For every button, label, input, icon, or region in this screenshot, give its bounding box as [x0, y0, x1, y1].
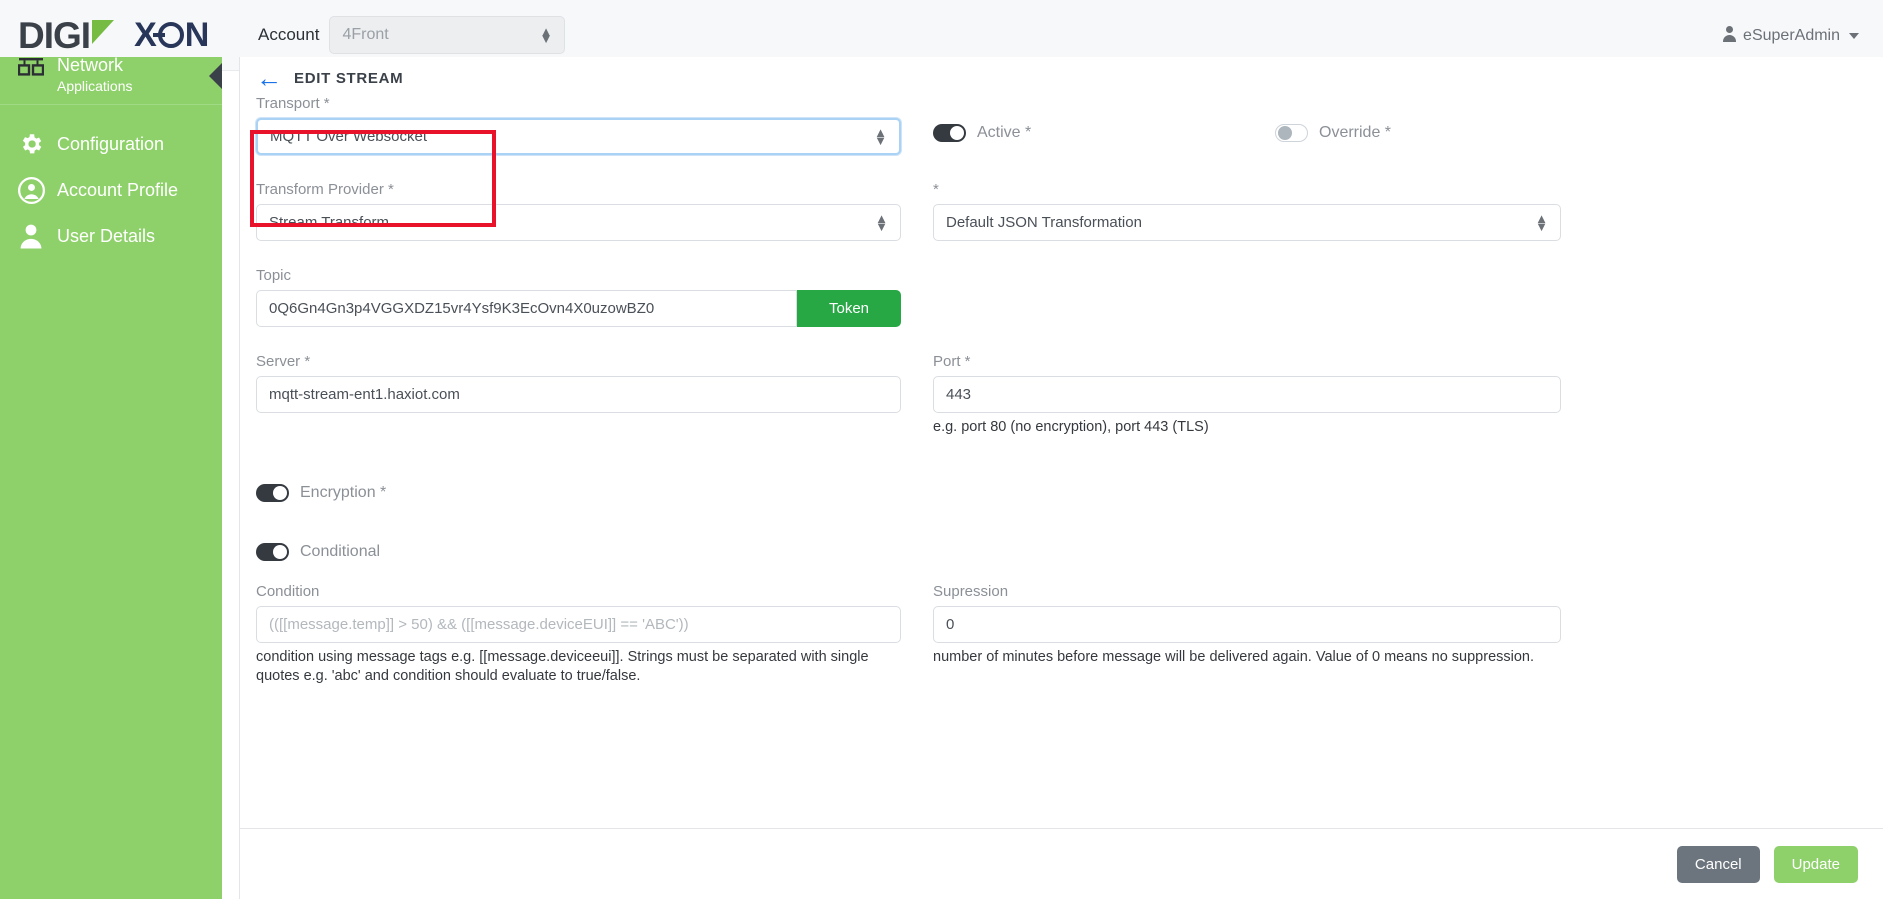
chevron-updown-icon: ▲ ▼: [874, 125, 887, 148]
topic-label: Topic: [256, 267, 292, 284]
account-select-value: 4Front: [342, 26, 389, 43]
account-selector-group: Account 4Front ▲ ▼: [258, 16, 566, 54]
transform-row: Transform Provider * Stream Transform ▲ ▼…: [256, 181, 1867, 241]
edit-stream-form: Transport * MQTT Over Websocket ▲ ▼ Activ…: [240, 95, 1883, 687]
transform-provider-value: Stream Transform: [269, 214, 390, 231]
server-input[interactable]: mqtt-stream-ent1.haxiot.com: [256, 376, 901, 413]
conditional-toggle-row: Conditional: [256, 542, 1867, 561]
user-circle-icon: [14, 176, 48, 204]
brand-logo[interactable]: DIGI X N: [18, 17, 248, 54]
cancel-button[interactable]: Cancel: [1676, 845, 1760, 883]
logo-xon-text: X N: [134, 18, 209, 52]
condition-group: Condition (([[message.temp]] > 50) && ([…: [256, 583, 901, 687]
transport-select-value: MQTT Over Websocket: [270, 128, 427, 145]
conditional-label: Conditional: [300, 542, 381, 560]
sidebar-item-sublabel: Applications: [57, 77, 133, 94]
chevron-updown-icon: ▲ ▼: [539, 23, 553, 46]
chevron-updown-icon: ▲ ▼: [1535, 211, 1548, 234]
active-toggle[interactable]: [933, 124, 966, 142]
network-icon: [14, 57, 48, 77]
logo-triangle-icon: [92, 20, 115, 44]
server-value: mqtt-stream-ent1.haxiot.com: [269, 386, 460, 403]
transform-provider-select[interactable]: Stream Transform ▲ ▼: [256, 204, 901, 241]
override-toggle[interactable]: [1275, 124, 1308, 142]
topic-group: Topic 0Q6Gn4Gn3p4VGGXDZ15vr4Ysf9K3EcOvn4…: [256, 267, 901, 327]
supression-group: Supression 0 number of minutes before me…: [933, 583, 1561, 687]
account-label: Account: [258, 25, 320, 44]
supression-value: 0: [946, 615, 955, 633]
chevron-updown-icon: ▲ ▼: [875, 211, 888, 234]
transport-field-group: Transport * MQTT Over Websocket ▲ ▼: [256, 95, 901, 155]
topic-input[interactable]: 0Q6Gn4Gn3p4VGGXDZ15vr4Ysf9K3EcOvn4X0uzow…: [256, 290, 797, 327]
topic-row: Topic 0Q6Gn4Gn3p4VGGXDZ15vr4Ysf9K3EcOvn4…: [256, 267, 1867, 327]
port-value: 443: [946, 386, 972, 403]
person-icon: [1723, 26, 1737, 42]
transformation-label: *: [933, 181, 939, 198]
logo-xon-o-icon: [152, 22, 184, 48]
topic-input-group: 0Q6Gn4Gn3p4VGGXDZ15vr4Ysf9K3EcOvn4X0uzow…: [256, 290, 901, 327]
chevron-down-icon: [1849, 32, 1859, 39]
condition-label: Condition: [256, 582, 320, 600]
encryption-toggle-row: Encryption *: [256, 483, 1867, 502]
transport-select[interactable]: MQTT Over Websocket ▲ ▼: [256, 118, 901, 155]
transform-provider-label: Transform Provider *: [256, 181, 394, 198]
sidebar-item-label: User Details: [57, 225, 156, 246]
server-label: Server *: [256, 353, 311, 370]
active-toggle-row: Active *: [933, 124, 1275, 142]
supression-input[interactable]: 0: [933, 605, 1561, 643]
sidebar: Network Applications Configuration Accou…: [0, 57, 222, 899]
port-group: Port * 443 e.g. port 80 (no encryption),…: [933, 353, 1561, 438]
encryption-label: Encryption *: [300, 483, 387, 501]
conditional-toggle[interactable]: [256, 542, 289, 561]
encryption-toggle[interactable]: [256, 483, 289, 502]
page-header: ← EDIT STREAM: [240, 57, 1883, 95]
logo-digi-text: DIGI: [18, 14, 91, 56]
transformation-group: * Default JSON Transformation ▲ ▼: [933, 181, 1561, 241]
transport-label: Transport *: [256, 95, 330, 112]
topic-right-spacer: [933, 267, 1561, 327]
topic-value: 0Q6Gn4Gn3p4VGGXDZ15vr4Ysf9K3EcOvn4X0uzow…: [269, 300, 655, 317]
condition-placeholder: (([[message.temp]] > 50) && ([[message.d…: [269, 615, 689, 633]
port-hint: e.g. port 80 (no encryption), port 443 (…: [933, 419, 1209, 435]
condition-supression-row: Condition (([[message.temp]] > 50) && ([…: [256, 583, 1867, 687]
transform-provider-group: Transform Provider * Stream Transform ▲ ▼: [256, 181, 901, 241]
update-button[interactable]: Update: [1773, 845, 1858, 883]
transport-row: Transport * MQTT Over Websocket ▲ ▼ Activ…: [256, 95, 1867, 155]
supression-hint: number of minutes before message will be…: [933, 648, 1535, 665]
back-arrow-icon[interactable]: ←: [256, 65, 282, 91]
token-button[interactable]: Token: [797, 290, 901, 327]
port-input[interactable]: 443: [933, 376, 1561, 413]
sidebar-collapse-toggle[interactable]: [209, 63, 222, 89]
user-menu-label: eSuperAdmin: [1743, 26, 1840, 44]
sidebar-item-label: Account Profile: [57, 179, 179, 200]
active-label: Active *: [977, 124, 1032, 141]
sidebar-item-configuration[interactable]: Configuration: [0, 121, 222, 167]
toggles-group: Active * Override *: [933, 95, 1561, 155]
person-icon: [14, 223, 48, 249]
page-title: EDIT STREAM: [294, 69, 404, 87]
account-select[interactable]: 4Front ▲ ▼: [329, 16, 566, 54]
supression-label: Supression: [933, 582, 1009, 600]
sidebar-item-label: Configuration: [57, 133, 165, 154]
transformation-select[interactable]: Default JSON Transformation ▲ ▼: [933, 204, 1561, 241]
sidebar-item-account-profile[interactable]: Account Profile: [0, 167, 222, 213]
condition-hint: condition using message tags e.g. [[mess…: [256, 648, 869, 685]
condition-input[interactable]: (([[message.temp]] > 50) && ([[message.d…: [256, 605, 901, 643]
form-footer: Cancel Update: [240, 828, 1883, 899]
server-port-row: Server * mqtt-stream-ent1.haxiot.com Por…: [256, 353, 1867, 438]
transformation-value: Default JSON Transformation: [946, 214, 1142, 231]
sidebar-item-user-details[interactable]: User Details: [0, 213, 222, 259]
main-content: ← EDIT STREAM Transport * MQTT Over Webs…: [239, 57, 1883, 899]
gear-icon: [14, 131, 48, 157]
sidebar-item-network-applications[interactable]: Network Applications: [0, 57, 222, 105]
override-label: Override *: [1319, 124, 1392, 141]
logo-xon-n: N: [184, 16, 210, 54]
override-toggle-row: Override *: [1275, 124, 1391, 142]
port-label: Port *: [933, 353, 971, 370]
sidebar-item-label: Network: [57, 57, 124, 75]
server-group: Server * mqtt-stream-ent1.haxiot.com: [256, 353, 901, 438]
